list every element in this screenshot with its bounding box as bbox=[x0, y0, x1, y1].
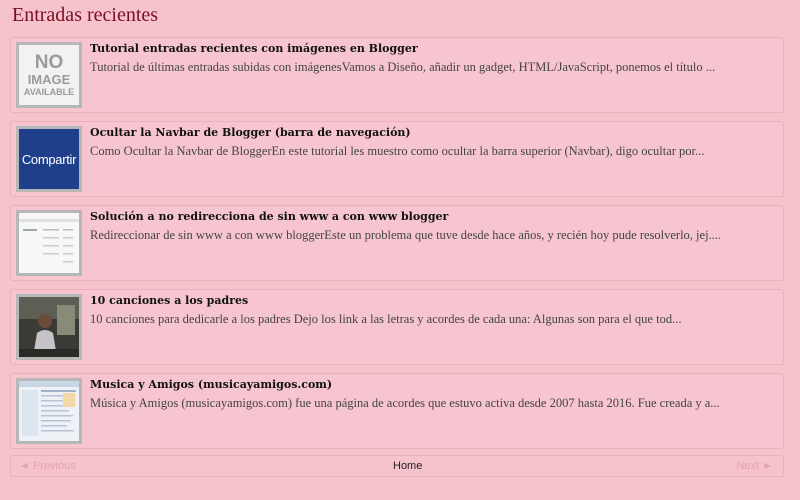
recent-posts-widget: Entradas recientes NO IMAGE AVAILABLE Tu… bbox=[0, 0, 800, 500]
post-snippet: Como Ocultar la Navbar de BloggerEn este… bbox=[90, 144, 705, 158]
pagination-bar: ◄ Previous Home Next ► bbox=[10, 455, 784, 477]
list-item: Solución a no redirecciona de sin www a … bbox=[10, 205, 784, 281]
page-thumbnail-image bbox=[19, 381, 79, 441]
previous-link: ◄ Previous bbox=[19, 460, 76, 472]
post-snippet: Tutorial de últimas entradas subidas con… bbox=[90, 60, 716, 74]
widget-title: Entradas recientes bbox=[12, 4, 159, 26]
post-thumbnail-photo[interactable] bbox=[16, 294, 82, 360]
home-link[interactable]: Home bbox=[393, 460, 422, 472]
post-title-link[interactable]: Musica y Amigos (musicayamigos.com) bbox=[90, 378, 332, 391]
post-thumbnail-page[interactable] bbox=[16, 378, 82, 444]
post-snippet: Música y Amigos (musicayamigos.com) fue … bbox=[90, 396, 720, 410]
post-thumbnail-share[interactable]: Compartir bbox=[16, 126, 82, 192]
post-title-link[interactable]: Solución a no redirecciona de sin www a … bbox=[90, 210, 448, 223]
list-item: Musica y Amigos (musicayamigos.com) Músi… bbox=[10, 373, 784, 449]
next-link: Next ► bbox=[736, 460, 773, 472]
post-snippet: Redireccionar de sin www a con www blogg… bbox=[90, 228, 722, 242]
post-thumbnail-no-image[interactable]: NO IMAGE AVAILABLE bbox=[16, 42, 82, 108]
no-image-text-2: IMAGE bbox=[27, 72, 71, 87]
recent-posts-list: NO IMAGE AVAILABLE Tutorial entradas rec… bbox=[10, 37, 784, 457]
share-thumbnail-text: Compartir bbox=[21, 151, 77, 167]
post-title-link[interactable]: Tutorial entradas recientes con imágenes… bbox=[90, 42, 418, 55]
post-thumbnail-screenshot[interactable] bbox=[16, 210, 82, 276]
screenshot-thumbnail-image bbox=[19, 213, 79, 273]
list-item: Compartir Ocultar la Navbar de Blogger (… bbox=[10, 121, 784, 197]
no-image-text-1: NO bbox=[34, 52, 64, 73]
no-image-text-3: AVAILABLE bbox=[23, 87, 75, 97]
list-item: NO IMAGE AVAILABLE Tutorial entradas rec… bbox=[10, 37, 784, 113]
post-snippet: 10 canciones para dedicarle a los padres… bbox=[90, 312, 682, 326]
photo-thumbnail-image bbox=[19, 297, 79, 357]
list-item: 10 canciones a los padres 10 canciones p… bbox=[10, 289, 784, 365]
post-title-link[interactable]: Ocultar la Navbar de Blogger (barra de n… bbox=[90, 126, 411, 139]
post-title-link[interactable]: 10 canciones a los padres bbox=[90, 294, 248, 307]
